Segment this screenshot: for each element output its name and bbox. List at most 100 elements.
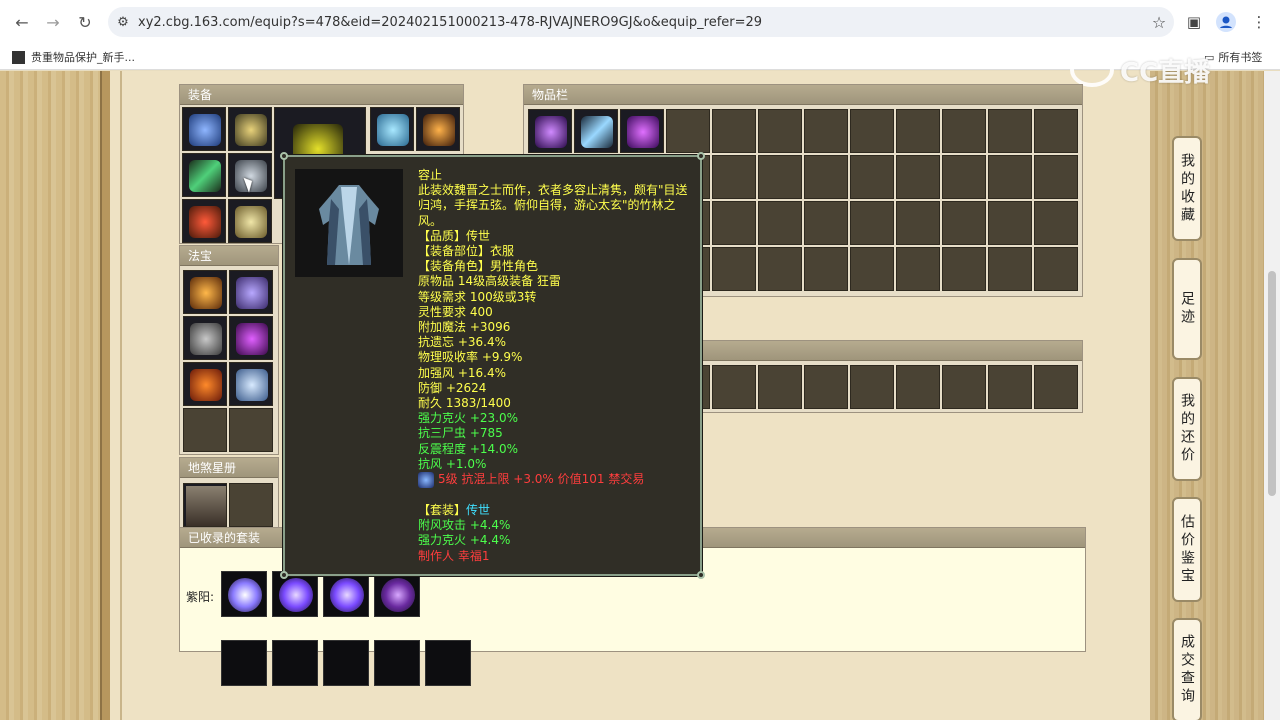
inventory-slot[interactable] bbox=[942, 201, 986, 245]
inventory-slot[interactable] bbox=[1034, 155, 1078, 199]
side-tab-label: 足迹 bbox=[1179, 291, 1195, 327]
inventory-slot[interactable] bbox=[896, 247, 940, 291]
inventory-slot[interactable] bbox=[574, 109, 618, 153]
magic-item-slot[interactable] bbox=[229, 270, 273, 314]
magic-items-panel-title: 法宝 bbox=[180, 246, 278, 266]
side-panel-icon[interactable]: ▣ bbox=[1180, 8, 1208, 36]
inventory-slot[interactable] bbox=[988, 109, 1032, 153]
inventory-slot[interactable] bbox=[1034, 247, 1078, 291]
set-item[interactable] bbox=[221, 640, 267, 686]
inventory-slot[interactable] bbox=[988, 365, 1032, 409]
equip-slot[interactable] bbox=[370, 107, 414, 151]
inventory-slot[interactable] bbox=[1034, 201, 1078, 245]
inventory-slot[interactable] bbox=[850, 201, 894, 245]
equip-slot[interactable] bbox=[228, 107, 272, 151]
item-portrait-robe-icon bbox=[295, 169, 403, 277]
register-slot[interactable] bbox=[183, 483, 227, 527]
side-tab-favorites[interactable]: 我的收藏 bbox=[1172, 136, 1202, 241]
item-name: 容止 bbox=[418, 168, 443, 182]
set-item[interactable] bbox=[323, 640, 369, 686]
inventory-slot[interactable] bbox=[758, 201, 802, 245]
inventory-slot[interactable] bbox=[666, 109, 710, 153]
address-bar[interactable]: ⚙ xy2.cbg.163.com/equip?s=478&eid=202402… bbox=[108, 7, 1174, 37]
bookmark-label: 贵重物品保护_新手... bbox=[31, 51, 135, 64]
inventory-slot[interactable] bbox=[804, 201, 848, 245]
inventory-slot[interactable] bbox=[1034, 109, 1078, 153]
inventory-slot[interactable] bbox=[896, 155, 940, 199]
bookmark-favicon-icon bbox=[12, 50, 25, 64]
inventory-slot[interactable] bbox=[942, 109, 986, 153]
inventory-slot[interactable] bbox=[942, 247, 986, 291]
side-tab-appraisal[interactable]: 估价鉴宝 bbox=[1172, 497, 1202, 602]
all-bookmarks[interactable]: ▭ 所有书签 bbox=[1204, 49, 1262, 65]
scrollbar-thumb[interactable] bbox=[1268, 271, 1276, 496]
inventory-slot[interactable] bbox=[758, 247, 802, 291]
empty-slot[interactable] bbox=[229, 408, 273, 452]
back-icon[interactable]: ← bbox=[6, 6, 38, 38]
equip-slot[interactable] bbox=[182, 153, 226, 197]
inventory-slot[interactable] bbox=[850, 247, 894, 291]
inventory-slot[interactable] bbox=[758, 109, 802, 153]
equip-slot[interactable] bbox=[228, 199, 272, 243]
inventory-slot[interactable] bbox=[850, 365, 894, 409]
set-item[interactable] bbox=[425, 640, 471, 686]
inventory-slot[interactable] bbox=[1034, 365, 1078, 409]
equip-slot[interactable] bbox=[182, 107, 226, 151]
set-item[interactable] bbox=[323, 571, 369, 617]
inventory-slot[interactable] bbox=[712, 247, 756, 291]
inventory-slot[interactable] bbox=[850, 109, 894, 153]
set-item[interactable] bbox=[272, 571, 318, 617]
inventory-slot[interactable] bbox=[942, 365, 986, 409]
empty-slot[interactable] bbox=[183, 408, 227, 452]
inventory-slot[interactable] bbox=[896, 109, 940, 153]
magic-item-slot[interactable] bbox=[229, 316, 273, 360]
inventory-slot[interactable] bbox=[712, 109, 756, 153]
inventory-slot[interactable] bbox=[758, 365, 802, 409]
equip-slot[interactable] bbox=[182, 199, 226, 243]
magic-item-slot[interactable] bbox=[183, 316, 227, 360]
rope-icon bbox=[236, 323, 268, 355]
inventory-slot[interactable] bbox=[758, 155, 802, 199]
inventory-slot[interactable] bbox=[804, 109, 848, 153]
magic-item-slot[interactable] bbox=[229, 362, 273, 406]
set-item[interactable] bbox=[374, 571, 420, 617]
inventory-slot[interactable] bbox=[712, 365, 756, 409]
magic-item-slot[interactable] bbox=[183, 362, 227, 406]
menu-icon[interactable]: ⋮ bbox=[1245, 8, 1273, 36]
inventory-slot[interactable] bbox=[988, 155, 1032, 199]
set-item[interactable] bbox=[221, 571, 267, 617]
armor-icon bbox=[377, 114, 409, 146]
side-tab-footprints[interactable]: 足迹 bbox=[1172, 258, 1202, 360]
site-info-icon[interactable]: ⚙ bbox=[108, 15, 138, 30]
item-origin: 原物品 14级高级装备 狂雷 bbox=[418, 274, 561, 289]
empty-slot[interactable] bbox=[229, 483, 273, 527]
reload-icon[interactable]: ↻ bbox=[69, 6, 101, 38]
inventory-slot[interactable] bbox=[804, 365, 848, 409]
equip-slot[interactable] bbox=[416, 107, 460, 151]
bookmark-star-icon[interactable]: ☆ bbox=[1144, 13, 1174, 32]
bookmark-item[interactable]: 贵重物品保护_新手... bbox=[12, 49, 135, 65]
scrollbar[interactable] bbox=[1264, 71, 1280, 720]
inventory-slot[interactable] bbox=[804, 155, 848, 199]
inventory-slot[interactable] bbox=[804, 247, 848, 291]
set-item[interactable] bbox=[272, 640, 318, 686]
inventory-slot[interactable] bbox=[896, 201, 940, 245]
inventory-slot[interactable] bbox=[712, 201, 756, 245]
inventory-slot[interactable] bbox=[712, 155, 756, 199]
set-name: 传世 bbox=[466, 503, 491, 518]
inventory-slot[interactable] bbox=[988, 247, 1032, 291]
profile-avatar[interactable] bbox=[1212, 8, 1240, 36]
inventory-slot[interactable] bbox=[620, 109, 664, 153]
inventory-slot[interactable] bbox=[850, 155, 894, 199]
side-tab-counteroffers[interactable]: 我的还价 bbox=[1172, 377, 1202, 481]
set-item[interactable] bbox=[374, 640, 420, 686]
item-maker: 制作人 幸福1 bbox=[418, 548, 490, 563]
inventory-slot[interactable] bbox=[896, 365, 940, 409]
magic-item-slot[interactable] bbox=[183, 270, 227, 314]
side-tab-deal-search[interactable]: 成交查询 bbox=[1172, 618, 1202, 720]
inventory-slot[interactable] bbox=[942, 155, 986, 199]
forward-icon[interactable]: → bbox=[37, 6, 69, 38]
inventory-slot[interactable] bbox=[528, 109, 572, 153]
equipment-panel-title: 装备 bbox=[180, 85, 463, 105]
inventory-slot[interactable] bbox=[988, 201, 1032, 245]
